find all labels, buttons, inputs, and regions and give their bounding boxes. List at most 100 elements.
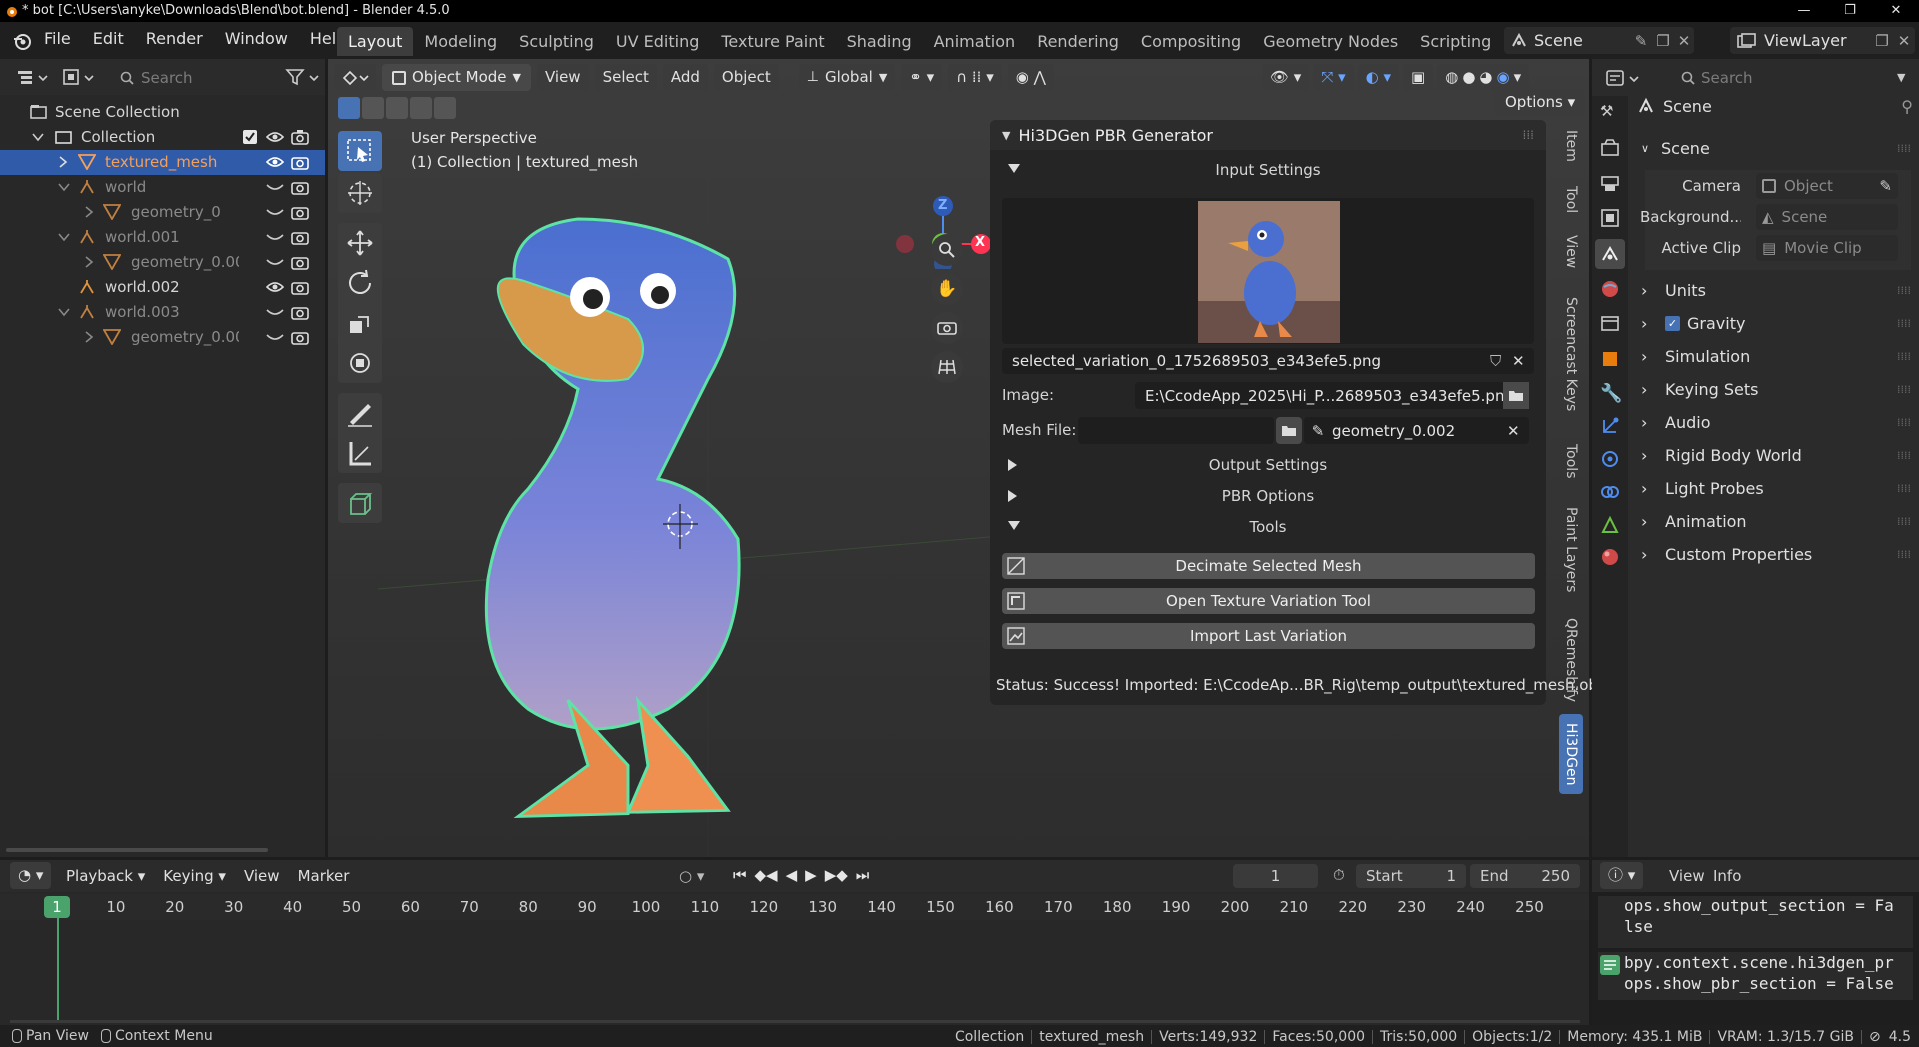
- clear-mesh-icon[interactable]: ✕: [1507, 422, 1529, 440]
- remove-image-icon[interactable]: ✕: [1512, 352, 1534, 370]
- options-button[interactable]: Options ▾: [1495, 89, 1586, 116]
- stopwatch-icon[interactable]: ⏱: [1333, 866, 1345, 884]
- outliner-row-geometry-0[interactable]: geometry_0: [0, 200, 325, 225]
- rendered-shading-icon[interactable]: ◉: [1497, 64, 1510, 91]
- tab-hi3dgen[interactable]: Hi3DGen: [1559, 714, 1583, 794]
- tab-view[interactable]: View: [1559, 229, 1583, 274]
- editor-type-icon[interactable]: [16, 68, 50, 86]
- chevron-down-icon[interactable]: [58, 182, 70, 192]
- folder-icon[interactable]: [1276, 417, 1302, 444]
- pin-icon[interactable]: ⚲: [1901, 97, 1913, 116]
- audio-panel-header[interactable]: › Audio ⁞⁞⁞⁞: [1637, 409, 1919, 435]
- gravity-checkbox[interactable]: ✓: [1665, 315, 1680, 331]
- material-shading-icon[interactable]: ◕: [1479, 64, 1492, 91]
- mesh-file-field[interactable]: [1078, 417, 1274, 444]
- texture-variation-button[interactable]: Open Texture Variation Tool: [1002, 588, 1535, 614]
- wireframe-shading-icon[interactable]: ◍: [1445, 64, 1458, 91]
- chevron-right-icon[interactable]: [84, 331, 94, 343]
- active-clip-field[interactable]: ▤ Movie Clip: [1756, 235, 1898, 261]
- outliner-row-world-001[interactable]: world.001: [0, 225, 325, 250]
- eyedropper-icon[interactable]: ✎: [1879, 177, 1892, 195]
- outliner-row-geometry-0-002[interactable]: geometry_0.002: [0, 325, 325, 350]
- scene-tab-icon[interactable]: [1595, 239, 1625, 269]
- chevron-down-icon[interactable]: ▾: [1514, 64, 1522, 91]
- ortho-grid-icon[interactable]: [931, 351, 963, 383]
- tab-uv-editing[interactable]: UV Editing: [605, 27, 710, 56]
- background-field[interactable]: ◭ Scene: [1756, 204, 1898, 230]
- current-frame-field[interactable]: 1: [1233, 864, 1318, 888]
- eye-closed-icon[interactable]: [266, 330, 284, 344]
- constraints-icon[interactable]: [1600, 482, 1620, 502]
- camera-icon[interactable]: [291, 154, 309, 170]
- drag-handle-icon[interactable]: ⁞⁞⁞⁞: [1897, 350, 1911, 363]
- drag-handle-icon[interactable]: ⁞⁞⁞⁞: [1897, 515, 1911, 528]
- panel-header[interactable]: ▼ Hi3DGen PBR Generator ⁞⁞⁞: [990, 120, 1546, 150]
- prev-keyframe-icon[interactable]: ◆◀: [755, 866, 778, 884]
- timeline-scrollbar[interactable]: [10, 1020, 1580, 1023]
- drag-handle-icon[interactable]: ⁞⁞⁞⁞: [1897, 317, 1911, 330]
- tab-screencast-keys[interactable]: Screencast Keys: [1559, 282, 1583, 427]
- animation-panel-header[interactable]: › Animation ⁞⁞⁞⁞: [1637, 508, 1919, 534]
- world-icon[interactable]: [1600, 279, 1620, 299]
- play-icon[interactable]: ▶: [805, 866, 817, 884]
- menu-window[interactable]: Window: [214, 29, 299, 48]
- tab-sculpting[interactable]: Sculpting: [508, 27, 605, 56]
- filter-icon[interactable]: [285, 68, 321, 86]
- outliner-row-geometry-0-001[interactable]: geometry_0.001: [0, 250, 325, 275]
- import-variation-button[interactable]: Import Last Variation: [1002, 623, 1535, 649]
- checkbox-icon[interactable]: [243, 130, 257, 144]
- zoom-icon[interactable]: [931, 234, 963, 266]
- custom-properties-panel-header[interactable]: › Custom Properties ⁞⁞⁞⁞: [1637, 541, 1919, 567]
- fake-user-shield-icon[interactable]: ⛉: [1490, 352, 1512, 370]
- jump-start-icon[interactable]: ⏮: [733, 866, 747, 884]
- tab-texture-paint[interactable]: Texture Paint: [710, 27, 835, 56]
- drag-handle-icon[interactable]: ⁞⁞⁞⁞: [1897, 548, 1911, 561]
- view-layer-selector[interactable]: ViewLayer ❐ ✕: [1730, 27, 1915, 54]
- input-settings-header[interactable]: Input Settings: [990, 156, 1546, 186]
- duplicate-layer-icon[interactable]: ❐: [1871, 27, 1893, 54]
- tab-item[interactable]: Item: [1559, 122, 1583, 170]
- menu-playback[interactable]: Playback ▾: [58, 863, 153, 890]
- light-probes-panel-header[interactable]: › Light Probes ⁞⁞⁞⁞: [1637, 475, 1919, 501]
- tab-qremeshify[interactable]: QRemeshify: [1559, 610, 1583, 710]
- duck-mesh[interactable]: [484, 217, 741, 818]
- blender-menu-icon[interactable]: [12, 31, 32, 51]
- camera-icon[interactable]: [291, 304, 309, 320]
- outliner-scrollbar[interactable]: [6, 848, 268, 852]
- eyedropper-icon[interactable]: ✎: [1304, 422, 1332, 440]
- data-icon[interactable]: [1600, 515, 1620, 535]
- camera-icon[interactable]: [291, 329, 309, 345]
- tab-rendering[interactable]: Rendering: [1026, 27, 1130, 56]
- chevron-right-icon[interactable]: [84, 206, 94, 218]
- tab-scripting[interactable]: Scripting: [1409, 27, 1502, 56]
- editor-type-button[interactable]: ◔ ▾: [10, 862, 52, 889]
- tab-tool[interactable]: Tool: [1559, 177, 1583, 222]
- solid-shading-icon[interactable]: ●: [1462, 64, 1475, 91]
- chevron-down-icon[interactable]: [58, 232, 70, 242]
- menu-render[interactable]: Render: [135, 29, 214, 48]
- scene-selector[interactable]: Scene ✎ ❐ ✕: [1504, 27, 1694, 54]
- pan-hand-icon[interactable]: ✋: [931, 273, 963, 305]
- outliner-row-scene-collection[interactable]: Scene Collection: [0, 100, 325, 125]
- menu-view[interactable]: View: [236, 863, 288, 890]
- chevron-down-icon[interactable]: [58, 307, 70, 317]
- menu-info[interactable]: Info: [1713, 867, 1741, 885]
- view-layer-tab-icon[interactable]: [1600, 208, 1620, 228]
- delete-layer-icon[interactable]: ✕: [1893, 27, 1915, 54]
- tab-shading[interactable]: Shading: [836, 27, 923, 56]
- editor-type-icon[interactable]: [1606, 69, 1642, 87]
- camera-icon[interactable]: [291, 179, 309, 195]
- tab-geometry-nodes[interactable]: Geometry Nodes: [1252, 27, 1409, 56]
- decimate-mesh-button[interactable]: Decimate Selected Mesh: [1002, 553, 1535, 579]
- outliner-row-collection[interactable]: Collection: [0, 125, 325, 150]
- tab-tools[interactable]: Tools: [1559, 434, 1583, 489]
- duplicate-icon[interactable]: ❐: [1652, 27, 1674, 54]
- eye-closed-icon[interactable]: [266, 255, 284, 269]
- chevron-right-icon[interactable]: [58, 156, 68, 168]
- particles-icon[interactable]: [1600, 416, 1620, 436]
- outliner-row-world-002[interactable]: world.002: [0, 275, 325, 300]
- simulation-panel-header[interactable]: › Simulation ⁞⁞⁞⁞: [1637, 343, 1919, 369]
- camera-field[interactable]: Object ✎: [1756, 173, 1898, 199]
- chevron-down-icon[interactable]: ▼: [1002, 129, 1010, 142]
- camera-icon[interactable]: [291, 254, 309, 270]
